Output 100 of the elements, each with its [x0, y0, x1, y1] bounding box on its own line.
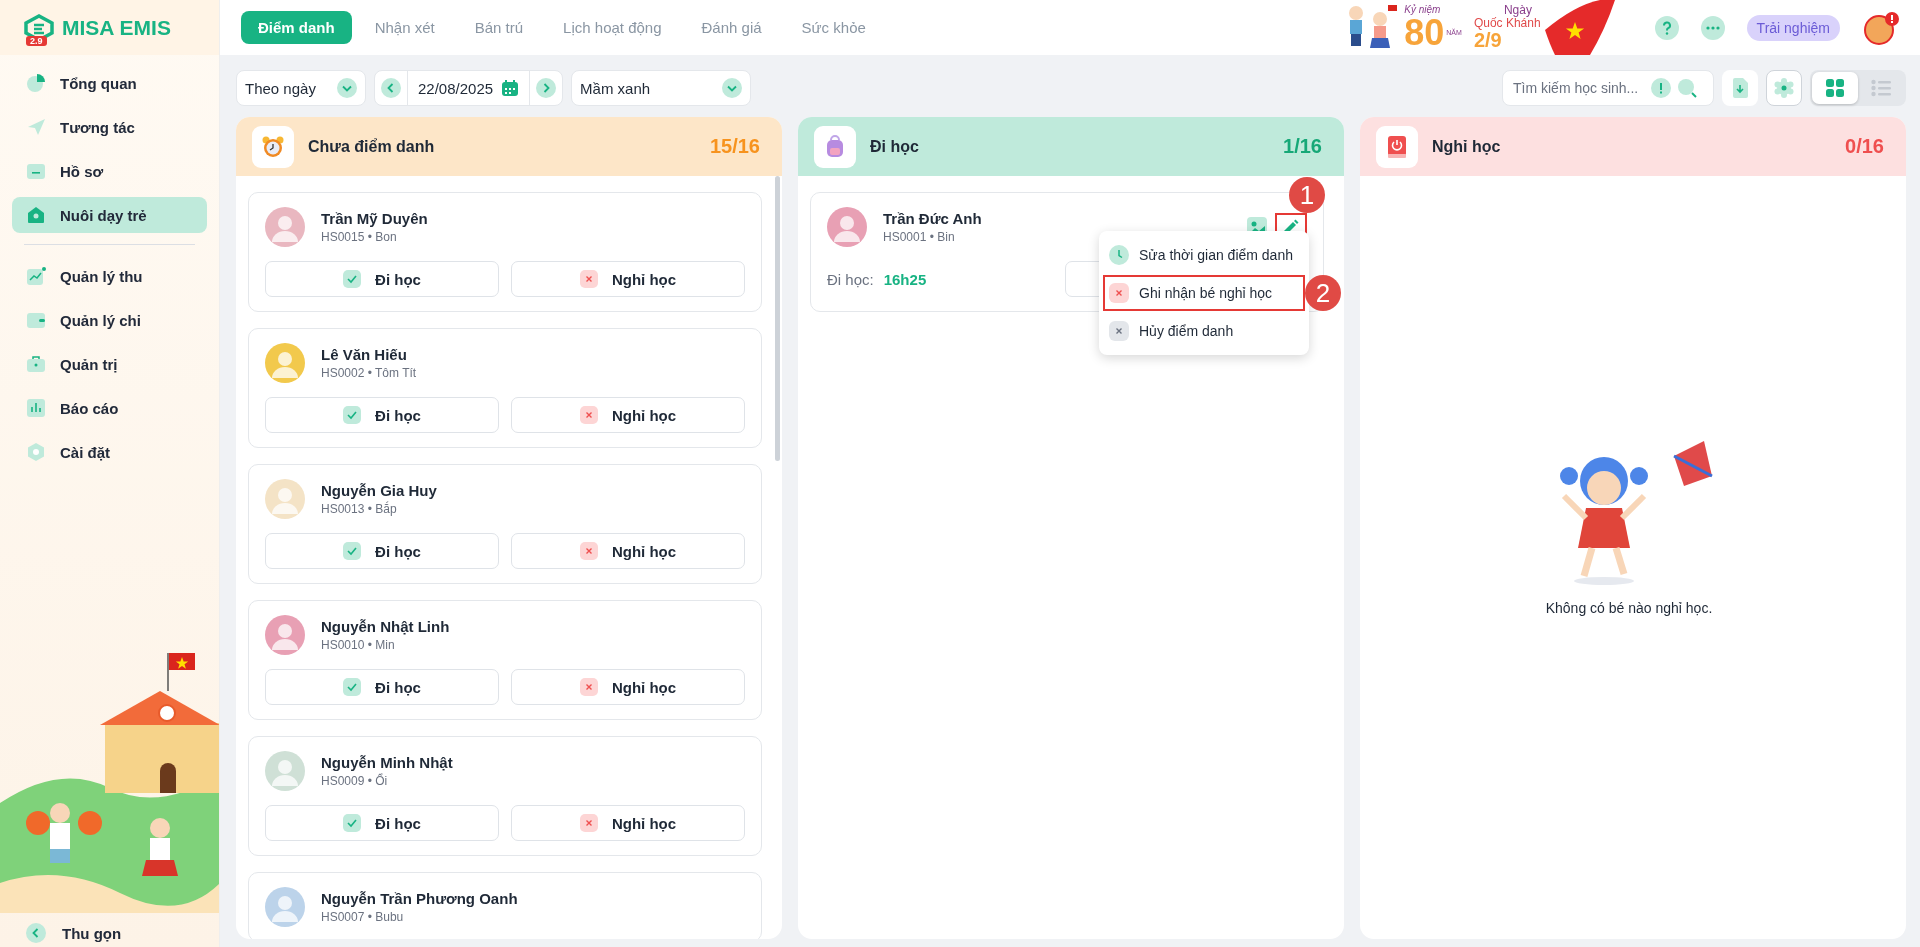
- attendance-time: 16h25: [883, 270, 927, 288]
- collapse-button[interactable]: Thu gọn: [26, 923, 122, 943]
- logo-text: MISA EMIS: [62, 15, 171, 40]
- column-title: Chưa điểm danh: [308, 137, 435, 156]
- avatar: [265, 615, 305, 655]
- callout-number: 1: [1289, 177, 1325, 213]
- student-code: HS0001 • Bin: [883, 230, 956, 244]
- student-code: HS0007 • Bubu: [321, 910, 405, 924]
- sidebar-item[interactable]: Báo cáo: [12, 390, 207, 426]
- user-avatar[interactable]: [1862, 10, 1900, 45]
- student-code: HS0015 • Bon: [321, 230, 398, 244]
- present-button[interactable]: Đi học: [265, 397, 499, 433]
- sidebar-item[interactable]: Quản lý chi: [12, 302, 207, 338]
- close-icon: [1109, 283, 1129, 303]
- student-name: Trần Mỹ Duyên: [321, 210, 428, 227]
- sidebar-item[interactable]: Quản lý thu: [12, 258, 207, 294]
- search-field[interactable]: Tìm kiếm học sinh...: [1502, 70, 1714, 106]
- class-dropdown[interactable]: Mầm xanh: [571, 70, 752, 106]
- download-button[interactable]: [1722, 70, 1758, 106]
- sidebar-item[interactable]: Tương tác: [12, 109, 207, 145]
- help-icon[interactable]: [1654, 15, 1679, 40]
- check-icon: [343, 814, 362, 832]
- avatar: [265, 479, 305, 519]
- student-name: Nguyễn Minh Nhật: [321, 754, 453, 771]
- chevron-left-icon: [26, 923, 46, 943]
- menu-item[interactable]: Sửa thời gian điểm danh: [1103, 237, 1305, 273]
- check-icon: [343, 270, 362, 288]
- sidebar-item[interactable]: Tổng quan: [12, 65, 207, 101]
- scrollbar[interactable]: [775, 176, 780, 461]
- absent-button[interactable]: Nghỉ học: [511, 533, 745, 569]
- absent-button[interactable]: Nghỉ học: [511, 805, 745, 841]
- present-button[interactable]: Đi học: [265, 261, 499, 297]
- student-name: Lê Văn Hiếu: [321, 346, 408, 363]
- mode-dropdown[interactable]: Theo ngày: [236, 70, 366, 106]
- column-count: 1/16: [1283, 135, 1322, 158]
- settings-button[interactable]: [1766, 70, 1802, 106]
- clock-icon: [1109, 245, 1129, 265]
- menu-item[interactable]: Hủy điểm danh: [1103, 313, 1305, 349]
- trial-button[interactable]: Trải nghiệm: [1746, 14, 1840, 41]
- banner-title: Quốc Khánh: [1473, 17, 1541, 30]
- column-title: Đi học: [870, 137, 919, 156]
- banner-number: 80: [1404, 14, 1445, 51]
- download-file-icon: [1731, 78, 1749, 98]
- avatar: [265, 343, 305, 383]
- info-icon: [1651, 78, 1671, 98]
- backpack-icon: [824, 134, 846, 159]
- chevron-down-icon: [337, 78, 357, 98]
- attendance-label: Đi học:: [827, 270, 874, 288]
- calendar-icon: [501, 79, 520, 97]
- close-icon: [579, 270, 598, 288]
- student-code: HS0013 • Bắp: [321, 502, 398, 516]
- absent-button[interactable]: Nghỉ học: [511, 397, 745, 433]
- absent-button[interactable]: Nghỉ học: [511, 261, 745, 297]
- close-icon: [1109, 321, 1129, 341]
- present-button[interactable]: Đi học: [265, 669, 499, 705]
- more-icon[interactable]: [1700, 15, 1725, 40]
- close-icon: [579, 406, 598, 424]
- chevron-down-icon: [722, 78, 743, 98]
- chevron-left-icon: [381, 78, 401, 98]
- close-icon: [579, 542, 598, 560]
- close-icon: [579, 814, 598, 832]
- student-code: HS0002 • Tôm Tít: [321, 366, 417, 380]
- student-name: Nguyễn Nhật Linh: [321, 618, 450, 635]
- column-count: 15/16: [709, 135, 760, 158]
- banner-caption: Kỷ niệm: [1404, 4, 1441, 15]
- list-icon: [1871, 79, 1891, 97]
- close-icon: [579, 678, 598, 696]
- column-count: 0/16: [1845, 135, 1884, 158]
- sidebar-item[interactable]: Hồ sơ: [12, 153, 207, 189]
- avatar: [265, 751, 305, 791]
- search-input[interactable]: Tìm kiếm học sinh...: [1511, 79, 1645, 97]
- avatar: [265, 887, 305, 927]
- student-code: HS0010 • Min: [321, 638, 396, 652]
- grid-view-button[interactable]: [1812, 72, 1858, 104]
- grid-icon: [1825, 78, 1845, 98]
- empty-state-text: Không có bé nào nghỉ học.: [1545, 599, 1713, 616]
- banner-date: 2/9: [1473, 29, 1503, 51]
- student-name: Nguyễn Trần Phương Oanh: [321, 890, 518, 907]
- avatar: [265, 207, 305, 247]
- settings-icon: [1774, 78, 1794, 98]
- check-icon: [343, 678, 362, 696]
- search-icon: [1677, 78, 1697, 98]
- menu-item[interactable]: Ghi nhận bé nghỉ học: [1103, 275, 1305, 311]
- present-button[interactable]: Đi học: [265, 533, 499, 569]
- column-title: Nghỉ học: [1432, 137, 1501, 156]
- check-icon: [343, 406, 362, 424]
- check-icon: [343, 542, 362, 560]
- student-name: Trần Đức Anh: [883, 210, 982, 227]
- sidebar-item[interactable]: Cài đặt: [12, 434, 207, 470]
- banner-title: Ngày: [1502, 4, 1533, 17]
- present-button[interactable]: Đi học: [265, 805, 499, 841]
- chevron-right-icon: [536, 78, 557, 98]
- sidebar-item[interactable]: Nuôi dạy trẻ: [12, 197, 207, 233]
- sidebar-item[interactable]: Quản trị: [12, 346, 207, 382]
- student-name: Nguyễn Gia Huy: [321, 482, 437, 499]
- student-code: HS0009 • Ổi: [321, 774, 389, 788]
- avatar: [827, 207, 867, 247]
- absent-button[interactable]: Nghỉ học: [511, 669, 745, 705]
- alarm-clock-icon: [261, 134, 285, 159]
- callout-number: 2: [1305, 275, 1341, 311]
